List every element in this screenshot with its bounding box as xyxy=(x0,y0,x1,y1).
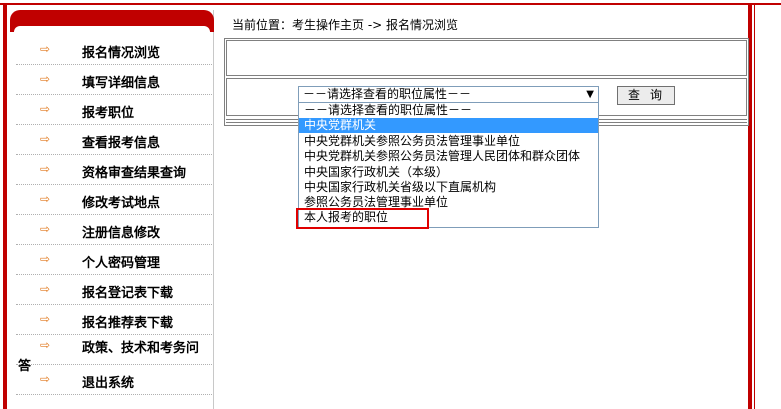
sidebar-item-label: 报名登记表下载 xyxy=(82,286,174,301)
arrow-right-icon: ⇨ xyxy=(40,312,51,326)
sidebar-item-label: 报名推荐表下载 xyxy=(82,316,174,331)
arrow-right-icon: ⇨ xyxy=(40,192,51,206)
arrow-right-icon: ⇨ xyxy=(40,252,51,266)
dropdown-option[interactable]: 中央国家行政机关（本级） xyxy=(299,165,598,180)
dropdown-option[interactable]: 中央国家行政机关省级以下直属机构 xyxy=(299,180,598,195)
annotation-highlight-box xyxy=(296,208,429,229)
left-frame-border xyxy=(3,5,7,409)
arrow-right-icon: ⇨ xyxy=(40,338,51,352)
sidebar-item-label: 填写详细信息 xyxy=(82,76,161,91)
sidebar-item-change-exam-location[interactable]: ⇨ 修改考试地点 xyxy=(16,185,212,215)
arrow-right-icon: ⇨ xyxy=(40,372,51,386)
breadcrumb: 当前位置：考生操作主页 -> 报名情况浏览 xyxy=(232,18,459,32)
sidebar-item-download-registration-form[interactable]: ⇨ 报名登记表下载 xyxy=(16,275,212,305)
sidebar-item-label: 报考职位 xyxy=(82,106,135,121)
sidebar-item-view-application[interactable]: ⇨ 查看报考信息 xyxy=(16,125,212,155)
sidebar-item-label: 个人密码管理 xyxy=(82,256,161,271)
sidebar-item-qualification-result[interactable]: ⇨ 资格审查结果查询 xyxy=(16,155,212,185)
dropdown-option-selected[interactable]: 中央党群机关 xyxy=(299,118,598,133)
dropdown-option[interactable]: 中央党群机关参照公务员法管理人民团体和群众团体 xyxy=(299,149,598,164)
sidebar-item-password-management[interactable]: ⇨ 个人密码管理 xyxy=(16,245,212,275)
panel-top-row xyxy=(226,40,747,76)
sidebar: ⇨ 报名情况浏览 ⇨ 填写详细信息 ⇨ 报考职位 ⇨ 查看报考信息 ⇨ 资格审查… xyxy=(10,10,214,409)
arrow-right-icon: ⇨ xyxy=(40,72,51,86)
dropdown-option[interactable]: －－请选择查看的职位属性－－ xyxy=(299,103,598,118)
query-button[interactable]: 查询 xyxy=(617,86,675,105)
position-type-select[interactable]: －－请选择查看的职位属性－－ ▼ xyxy=(298,86,599,103)
sidebar-item-apply-position[interactable]: ⇨ 报考职位 xyxy=(16,95,212,125)
dropdown-arrow-icon[interactable]: ▼ xyxy=(586,87,594,102)
sidebar-item-faq[interactable]: ⇨ 政策、技术和考务问 答 xyxy=(16,335,212,374)
arrow-right-icon: ⇨ xyxy=(40,222,51,236)
select-value: －－请选择查看的职位属性－－ xyxy=(303,87,472,101)
arrow-right-icon: ⇨ xyxy=(40,132,51,146)
sidebar-item-edit-registration[interactable]: ⇨ 注册信息修改 xyxy=(16,215,212,245)
sidebar-item-download-recommendation-form[interactable]: ⇨ 报名推荐表下载 xyxy=(16,305,212,335)
sidebar-item-label: 注册信息修改 xyxy=(82,226,161,241)
sidebar-item-fill-details[interactable]: ⇨ 填写详细信息 xyxy=(16,65,212,95)
sidebar-item-label: 退出系统 xyxy=(82,376,135,391)
sidebar-item-label: 政策、技术和考务问 xyxy=(82,341,200,356)
sidebar-item-label: 资格审查结果查询 xyxy=(82,166,187,181)
arrow-right-icon: ⇨ xyxy=(40,162,51,176)
sidebar-item-label: 修改考试地点 xyxy=(82,196,161,211)
arrow-right-icon: ⇨ xyxy=(40,282,51,296)
sidebar-item-browse-registration[interactable]: ⇨ 报名情况浏览 xyxy=(16,35,212,65)
right-frame-inner-border xyxy=(754,5,755,409)
sidebar-item-logout[interactable]: ⇨ 退出系统 xyxy=(16,365,212,395)
sidebar-item-label: 报名情况浏览 xyxy=(82,46,161,61)
sidebar-item-label: 查看报考信息 xyxy=(82,136,161,151)
arrow-right-icon: ⇨ xyxy=(40,102,51,116)
sidebar-header xyxy=(10,10,214,32)
top-frame xyxy=(0,0,781,6)
arrow-right-icon: ⇨ xyxy=(40,42,51,56)
dropdown-option[interactable]: 中央党群机关参照公务员法管理事业单位 xyxy=(299,134,598,149)
